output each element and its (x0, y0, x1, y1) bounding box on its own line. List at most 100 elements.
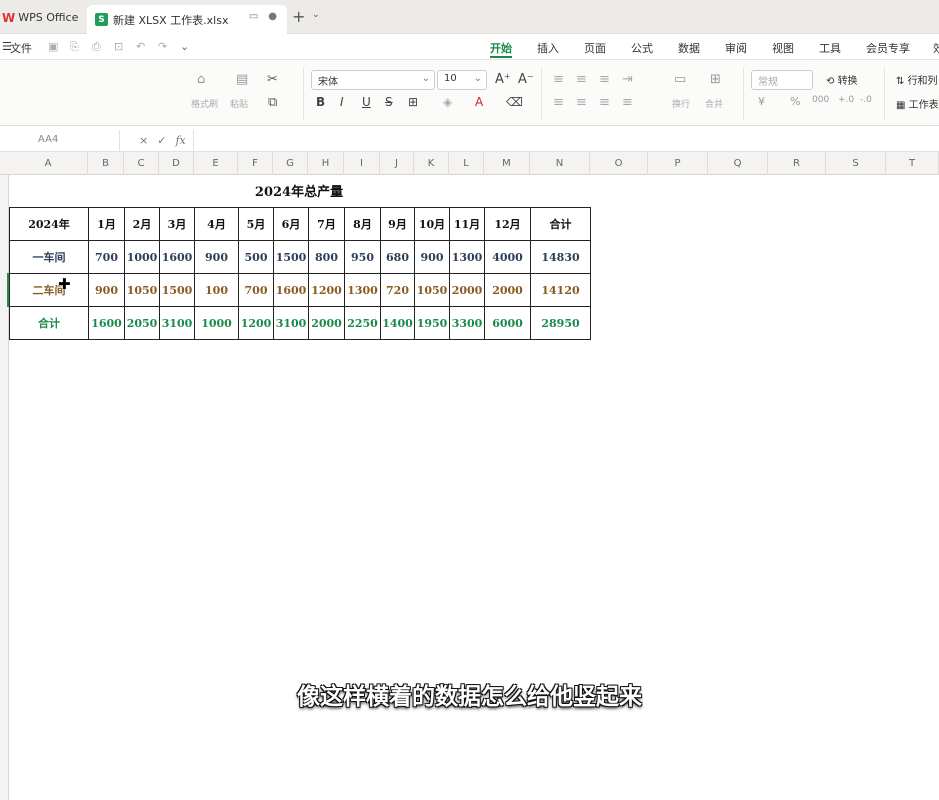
column-header[interactable]: I (344, 152, 380, 175)
table-cell[interactable]: 1950 (414, 306, 450, 340)
print-icon[interactable]: ⎙ (92, 40, 101, 54)
cut-icon[interactable]: ✂ (267, 72, 278, 87)
menu-tools[interactable]: 工具 (819, 40, 841, 56)
table-cell[interactable]: 1050 (414, 273, 450, 307)
column-header[interactable]: A (9, 152, 88, 175)
unsaved-dot-icon[interactable]: ● (268, 11, 277, 22)
thousands-icon[interactable]: 000 (812, 95, 829, 105)
font-color-icon[interactable]: A (475, 95, 483, 109)
table-cell[interactable]: 2000 (308, 306, 345, 340)
table-cell[interactable]: 5月 (238, 207, 274, 241)
column-header[interactable]: S (826, 152, 886, 175)
row-col-button[interactable]: ⇅ 行和列 (896, 72, 938, 87)
menu-member[interactable]: 会员专享 (866, 40, 910, 56)
table-cell[interactable]: 6000 (484, 306, 531, 340)
increase-font-icon[interactable]: A⁺ (495, 72, 511, 87)
column-header[interactable]: F (238, 152, 273, 175)
convert-button[interactable]: ⟲ 转换 (826, 72, 858, 87)
decrease-decimal-icon[interactable]: -.0 (860, 95, 872, 105)
justify-icon[interactable]: ≡ (622, 95, 633, 110)
table-cell[interactable]: 2024年 (9, 207, 89, 241)
table-cell[interactable]: 1月 (88, 207, 125, 241)
fill-color-icon[interactable]: ◈ (443, 95, 452, 109)
tab-document[interactable]: S 新建 XLSX 工作表.xlsx ▭ ● (87, 5, 287, 34)
column-header[interactable]: N (530, 152, 590, 175)
table-cell[interactable]: 700 (88, 240, 125, 274)
table-cell[interactable]: 合计 (530, 207, 591, 241)
column-header[interactable]: M (484, 152, 530, 175)
column-header[interactable]: H (308, 152, 344, 175)
tab-wps-office[interactable]: W WPS Office (0, 4, 78, 31)
column-header[interactable]: T (886, 152, 939, 175)
menu-review[interactable]: 审阅 (725, 40, 747, 56)
menu-data[interactable]: 数据 (678, 40, 700, 56)
table-cell[interactable]: 900 (414, 240, 450, 274)
table-cell[interactable]: 800 (308, 240, 345, 274)
save-icon[interactable]: ▣ (48, 40, 58, 53)
table-cell[interactable]: 1500 (273, 240, 309, 274)
table-cell[interactable]: 11月 (449, 207, 485, 241)
merge-label[interactable]: 合并 (705, 97, 723, 110)
cell-name-box[interactable]: AA4 (0, 130, 120, 151)
table-cell[interactable]: 680 (380, 240, 415, 274)
table-cell[interactable]: 1000 (124, 240, 160, 274)
wrap-icon[interactable]: ▭ (674, 72, 686, 87)
table-cell[interactable]: 1000 (194, 306, 239, 340)
italic-button[interactable]: I (340, 95, 344, 109)
table-cell[interactable]: 6月 (273, 207, 309, 241)
table-cell[interactable]: 12月 (484, 207, 531, 241)
column-header[interactable]: E (194, 152, 238, 175)
indent-icon[interactable]: ⇥ (622, 72, 633, 87)
column-header[interactable]: C (124, 152, 159, 175)
bold-button[interactable]: B (316, 95, 325, 109)
table-cell[interactable]: 28950 (530, 306, 591, 340)
column-header[interactable]: G (273, 152, 308, 175)
column-header[interactable]: L (449, 152, 484, 175)
table-cell[interactable]: 3100 (159, 306, 195, 340)
format-painter-label[interactable]: 格式刷 (191, 97, 218, 110)
table-cell[interactable]: 2050 (124, 306, 160, 340)
column-header[interactable]: Q (708, 152, 768, 175)
table-cell[interactable]: 1600 (159, 240, 195, 274)
more-chevron-icon[interactable]: ⌄ (180, 40, 189, 53)
table-cell[interactable]: 1600 (273, 273, 309, 307)
font-size-select[interactable]: 10 ⌄ (437, 70, 487, 90)
strikethrough-icon[interactable]: S̶ (385, 95, 393, 109)
column-header[interactable]: O (590, 152, 648, 175)
currency-icon[interactable]: ¥ (758, 95, 765, 108)
table-cell[interactable]: 9月 (380, 207, 415, 241)
menu-insert[interactable]: 插入 (537, 40, 559, 56)
table-cell[interactable]: 7月 (308, 207, 345, 241)
table-cell[interactable]: 二车间 (9, 273, 89, 307)
merge-icon[interactable]: ⊞ (710, 72, 721, 87)
export-icon[interactable]: ⎘ (70, 40, 79, 54)
underline-button[interactable]: U (362, 95, 371, 109)
table-cell[interactable]: 3300 (449, 306, 485, 340)
table-cell[interactable]: 3100 (273, 306, 309, 340)
table-cell[interactable]: 1600 (88, 306, 125, 340)
table-cell[interactable]: 500 (238, 240, 274, 274)
table-cell[interactable]: 1300 (449, 240, 485, 274)
increase-decimal-icon[interactable]: +.0 (838, 95, 854, 105)
new-tab-plus-icon[interactable]: + (292, 7, 305, 26)
table-cell[interactable]: 一车间 (9, 240, 89, 274)
table-cell[interactable]: 2000 (449, 273, 485, 307)
decrease-font-icon[interactable]: A⁻ (518, 72, 534, 87)
paste-icon[interactable]: ▤ (236, 72, 248, 87)
worksheet-button[interactable]: ▦ 工作表 (896, 96, 939, 111)
border-icon[interactable]: ⊞ (408, 95, 418, 109)
copy-icon[interactable]: ⧉ (268, 95, 277, 110)
menu-efficiency[interactable]: 效 (933, 40, 939, 56)
menu-home[interactable]: 开始 (490, 40, 512, 56)
table-cell[interactable]: 100 (194, 273, 239, 307)
wrap-label[interactable]: 换行 (672, 97, 690, 110)
table-cell[interactable]: 3月 (159, 207, 195, 241)
table-cell[interactable]: 14120 (530, 273, 591, 307)
table-cell[interactable]: 1400 (380, 306, 415, 340)
table-cell[interactable]: 900 (88, 273, 125, 307)
table-cell[interactable]: 14830 (530, 240, 591, 274)
font-name-select[interactable]: 宋体 ⌄ (311, 70, 435, 90)
table-cell[interactable]: 1500 (159, 273, 195, 307)
table-cell[interactable]: 1300 (344, 273, 381, 307)
align-left-icon[interactable]: ≡ (553, 95, 564, 110)
